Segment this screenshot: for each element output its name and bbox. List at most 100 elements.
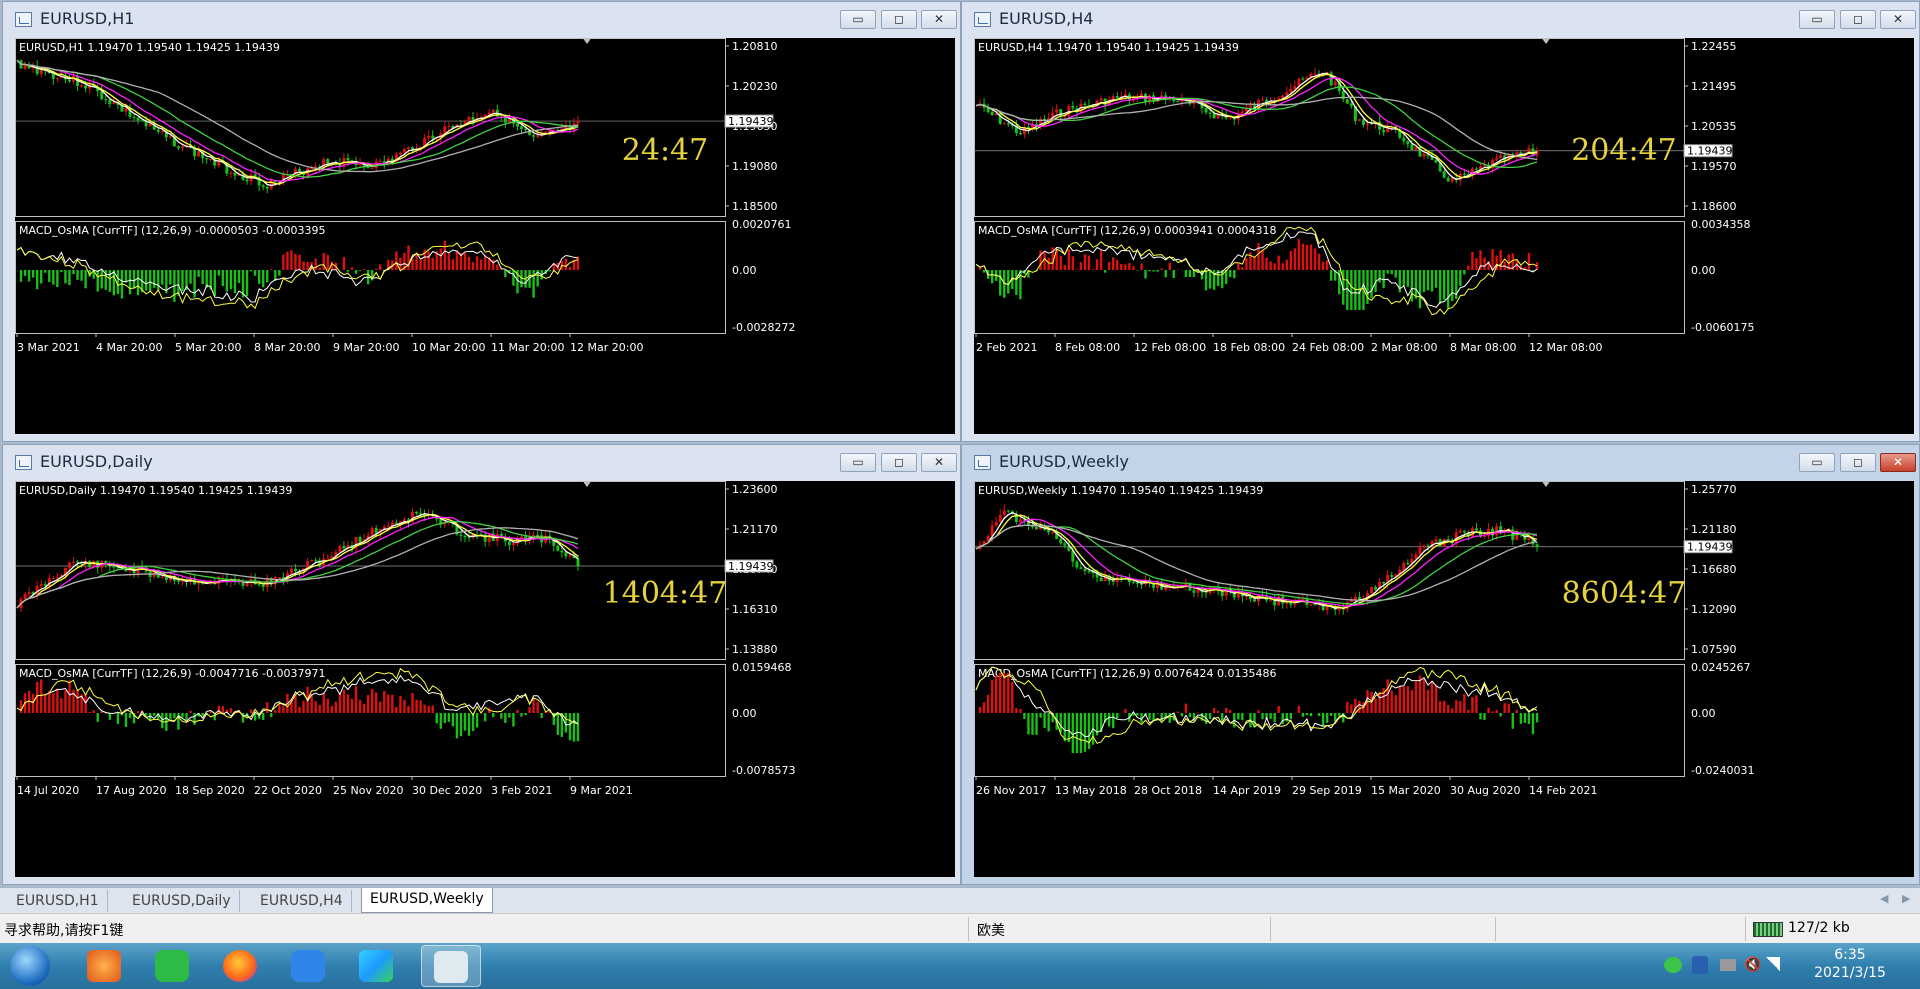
moving-average-line: [975, 86, 1538, 169]
candle-body: [1059, 539, 1063, 544]
candle-body: [176, 146, 180, 149]
macd-histogram-bar: [1394, 695, 1397, 713]
candle-body: [1333, 81, 1337, 86]
taskbar-firefox[interactable]: [211, 945, 271, 987]
candle-body: [1325, 606, 1329, 610]
tab-eurusd-daily[interactable]: EURUSD,Daily: [124, 890, 240, 912]
mdi-workspace: EURUSD,H1 ▭ ◻ ✕ EURUSD,H1 1.19470 1.1954…: [0, 0, 1920, 887]
close-button[interactable]: ✕: [1880, 453, 1916, 472]
macd-histogram-bar: [1112, 257, 1115, 270]
chart-window-h4[interactable]: EURUSD,H4 ▭ ◻ ✕ EURUSD,H4 1.19470 1.1954…: [961, 1, 1920, 442]
close-button[interactable]: ✕: [921, 453, 957, 472]
macd-histogram-bar: [1495, 709, 1498, 713]
time-tick-label: 30 Dec 2020: [412, 784, 482, 797]
candle-body: [459, 534, 463, 536]
wechat-tray-icon[interactable]: [1664, 957, 1682, 973]
maximize-button[interactable]: ◻: [881, 10, 917, 29]
close-button[interactable]: ✕: [921, 10, 957, 29]
price-panel-frame: [15, 38, 726, 217]
candle-body: [261, 584, 265, 588]
tab-scroll-left-icon[interactable]: ◀: [1880, 892, 1888, 905]
close-button[interactable]: ✕: [1880, 10, 1916, 29]
price-chart-svg[interactable]: EURUSD,H1 1.19470 1.19540 1.19425 1.1943…: [15, 38, 955, 434]
candle-body: [415, 511, 419, 514]
candle-body: [507, 541, 511, 546]
start-button-icon[interactable]: [10, 946, 50, 986]
window-titlebar[interactable]: EURUSD,H4 ▭ ◻ ✕: [962, 2, 1919, 36]
taskbar-wechat[interactable]: [143, 945, 203, 987]
macd-histogram-bar: [1160, 713, 1163, 722]
macd-histogram-bar: [144, 270, 148, 291]
price-tick-label: 1.19570: [1691, 160, 1737, 173]
macd-histogram-bar: [423, 704, 426, 713]
macd-histogram-bar: [157, 270, 160, 290]
macd-histogram-bar: [536, 702, 539, 713]
taskbar-metatrader[interactable]: [421, 945, 481, 987]
chart-window-daily[interactable]: EURUSD,Daily ▭ ◻ ✕ EURUSD,Daily 1.19470 …: [2, 444, 961, 885]
signal-tray-icon[interactable]: [1766, 957, 1780, 971]
macd-histogram-bar: [1075, 269, 1079, 270]
network-tray-icon[interactable]: [1720, 959, 1736, 971]
time-tick-label: 4 Mar 20:00: [96, 341, 162, 354]
macd-histogram-bar: [1309, 244, 1313, 270]
taskbar-app-4[interactable]: [279, 945, 339, 987]
macd-histogram-bar: [1519, 713, 1523, 724]
macd-histogram-bar: [467, 713, 471, 736]
chart-window-weekly[interactable]: EURUSD,Weekly ▭ ◻ ✕ EURUSD,Weekly 1.1947…: [961, 444, 1920, 885]
macd-histogram-bar: [334, 701, 338, 713]
window-titlebar[interactable]: EURUSD,H1 ▭ ◻ ✕: [3, 2, 960, 36]
minimize-button[interactable]: ▭: [1799, 10, 1835, 29]
chart-area[interactable]: EURUSD,Weekly 1.19470 1.19540 1.19425 1.…: [974, 481, 1914, 877]
macd-histogram-bar: [483, 713, 487, 722]
candle-body: [378, 161, 382, 163]
macd-histogram-bar: [1156, 270, 1159, 272]
minimize-button[interactable]: ▭: [1799, 453, 1835, 472]
price-tick-label: 1.25770: [1691, 483, 1737, 496]
chart-window-icon: [974, 12, 991, 27]
macd-histogram-bar: [431, 705, 434, 713]
price-chart-svg[interactable]: EURUSD,Daily 1.19470 1.19540 1.19425 1.1…: [15, 481, 955, 877]
window-titlebar[interactable]: EURUSD,Weekly ▭ ◻ ✕: [962, 445, 1919, 479]
taskbar-app-1[interactable]: [75, 945, 135, 987]
macd-histogram-bar: [1289, 713, 1293, 719]
chart-header-text: EURUSD,Daily 1.19470 1.19540 1.19425 1.1…: [19, 484, 292, 497]
tab-scroll-right-icon[interactable]: ▶: [1902, 892, 1910, 905]
minimize-button[interactable]: ▭: [840, 453, 876, 472]
maximize-button[interactable]: ◻: [1840, 10, 1876, 29]
tab-eurusd-h1[interactable]: EURUSD,H1: [8, 890, 108, 912]
price-chart-svg[interactable]: EURUSD,Weekly 1.19470 1.19540 1.19425 1.…: [974, 481, 1914, 877]
macd-histogram-bar: [1116, 713, 1119, 719]
maximize-button[interactable]: ◻: [1840, 453, 1876, 472]
macd-histogram-bar: [1277, 255, 1280, 270]
macd-histogram-bar: [1067, 713, 1071, 743]
tab-eurusd-weekly[interactable]: EURUSD,Weekly: [361, 888, 493, 913]
chart-window-h1[interactable]: EURUSD,H1 ▭ ◻ ✕ EURUSD,H1 1.19470 1.1954…: [2, 1, 961, 442]
maximize-button[interactable]: ◻: [881, 453, 917, 472]
window-titlebar[interactable]: EURUSD,Daily ▭ ◻ ✕: [3, 445, 960, 479]
clock[interactable]: 6:35 2021/3/15: [1800, 943, 1900, 989]
macd-histogram-bar: [217, 270, 220, 276]
candle-body: [564, 552, 568, 557]
macd-histogram-bar: [249, 709, 253, 713]
price-chart-svg[interactable]: EURUSD,H4 1.19470 1.19540 1.19425 1.1943…: [974, 38, 1914, 434]
minimize-button[interactable]: ▭: [840, 10, 876, 29]
macd-histogram-bar: [1087, 713, 1091, 750]
shield-tray-icon[interactable]: [1692, 956, 1708, 974]
tab-eurusd-h4[interactable]: EURUSD,H4: [252, 890, 352, 912]
macd-histogram-bar: [100, 270, 103, 289]
volume-muted-icon[interactable]: 🔇: [1744, 957, 1761, 973]
window-title: EURUSD,H4: [999, 9, 1094, 28]
macd-label: MACD_OsMA [CurrTF] (12,26,9) 0.0076424 0…: [978, 667, 1277, 680]
taskbar-media-player[interactable]: [347, 945, 407, 987]
candle-body: [406, 147, 410, 149]
chart-area[interactable]: EURUSD,H1 1.19470 1.19540 1.19425 1.1943…: [15, 38, 955, 434]
price-tick-label: 1.20810: [732, 40, 778, 53]
macd-tick-label: 0.0245267: [1691, 661, 1751, 674]
trading-terminal-icon: [434, 951, 468, 983]
macd-histogram-bar: [990, 680, 994, 713]
macd-histogram-bar: [1220, 270, 1224, 289]
macd-tick-label: 0.00: [732, 707, 757, 720]
chart-area[interactable]: EURUSD,Daily 1.19470 1.19540 1.19425 1.1…: [15, 481, 955, 877]
macd-histogram-bar: [19, 700, 23, 713]
chart-area[interactable]: EURUSD,H4 1.19470 1.19540 1.19425 1.1943…: [974, 38, 1914, 434]
